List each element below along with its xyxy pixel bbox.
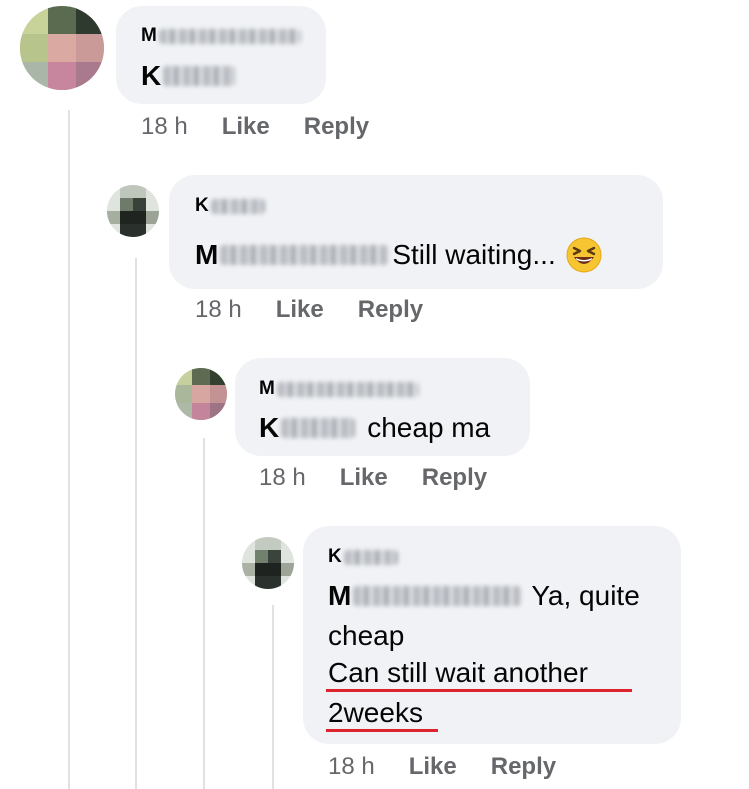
author-initial: M [141,25,157,46]
comment-actions: 18 h Like Reply [141,112,369,142]
reply-button[interactable]: Reply [304,113,369,141]
author-initial: K [195,195,209,216]
redacted-mention [220,245,389,265]
redacted-mention [353,586,522,606]
mention-initial: M [195,239,219,270]
mention-initial: K [259,412,280,443]
reply-button[interactable]: Reply [358,296,423,324]
thread-line [68,110,70,158]
comment-body: Ya, quite [531,580,640,611]
comment-actions: 18 h Like Reply [259,463,487,493]
redacted-mention [281,418,356,438]
comment-author[interactable]: K [195,194,265,218]
timestamp[interactable]: 18 h [141,113,188,141]
like-button[interactable]: Like [222,113,270,141]
comment-author[interactable]: M [141,24,301,48]
underlined-text: 2weeks [328,697,423,728]
mention-initial: M [328,580,352,611]
comment-text-line: cheap [328,617,404,655]
avatar[interactable] [242,537,294,589]
comment-text: M Ya, quite [328,577,640,615]
thread-line [68,158,70,789]
underlined-text: Can still wait another [328,657,588,688]
comment-body: cheap ma [367,412,491,443]
comment-author[interactable]: M [259,377,419,401]
thread-line [203,438,205,789]
reply-button[interactable]: Reply [422,464,487,492]
comment-text: K cheap ma [259,410,490,446]
red-underline [326,729,438,732]
reply-button[interactable]: Reply [491,753,556,781]
thread-line [272,605,274,789]
timestamp[interactable]: 18 h [259,464,306,492]
mention-initial: K [141,60,162,91]
avatar[interactable] [107,185,159,237]
author-initial: K [328,546,342,567]
redacted-name [343,549,398,565]
grinning-squinting-face-icon [566,237,602,273]
redacted-name [210,198,265,214]
avatar[interactable] [20,6,104,90]
comment-text: K [141,58,236,94]
like-button[interactable]: Like [409,753,457,781]
thread-line [135,258,137,789]
like-button[interactable]: Like [276,296,324,324]
comment-body: Still waiting... [392,239,556,270]
comment-actions: 18 h Like Reply [195,295,423,325]
red-underline [326,689,632,692]
comment-author[interactable]: K [328,545,398,569]
timestamp[interactable]: 18 h [328,753,375,781]
timestamp[interactable]: 18 h [195,296,242,324]
avatar[interactable] [175,368,227,420]
comment-body-continued: cheap [328,620,405,651]
author-initial: M [259,378,275,399]
comment-actions: 18 h Like Reply [328,752,556,782]
redacted-name [158,28,301,44]
like-button[interactable]: Like [340,464,388,492]
redacted-mention [163,66,236,86]
comment-text: M Still waiting... [195,236,602,274]
redacted-name [276,381,419,397]
